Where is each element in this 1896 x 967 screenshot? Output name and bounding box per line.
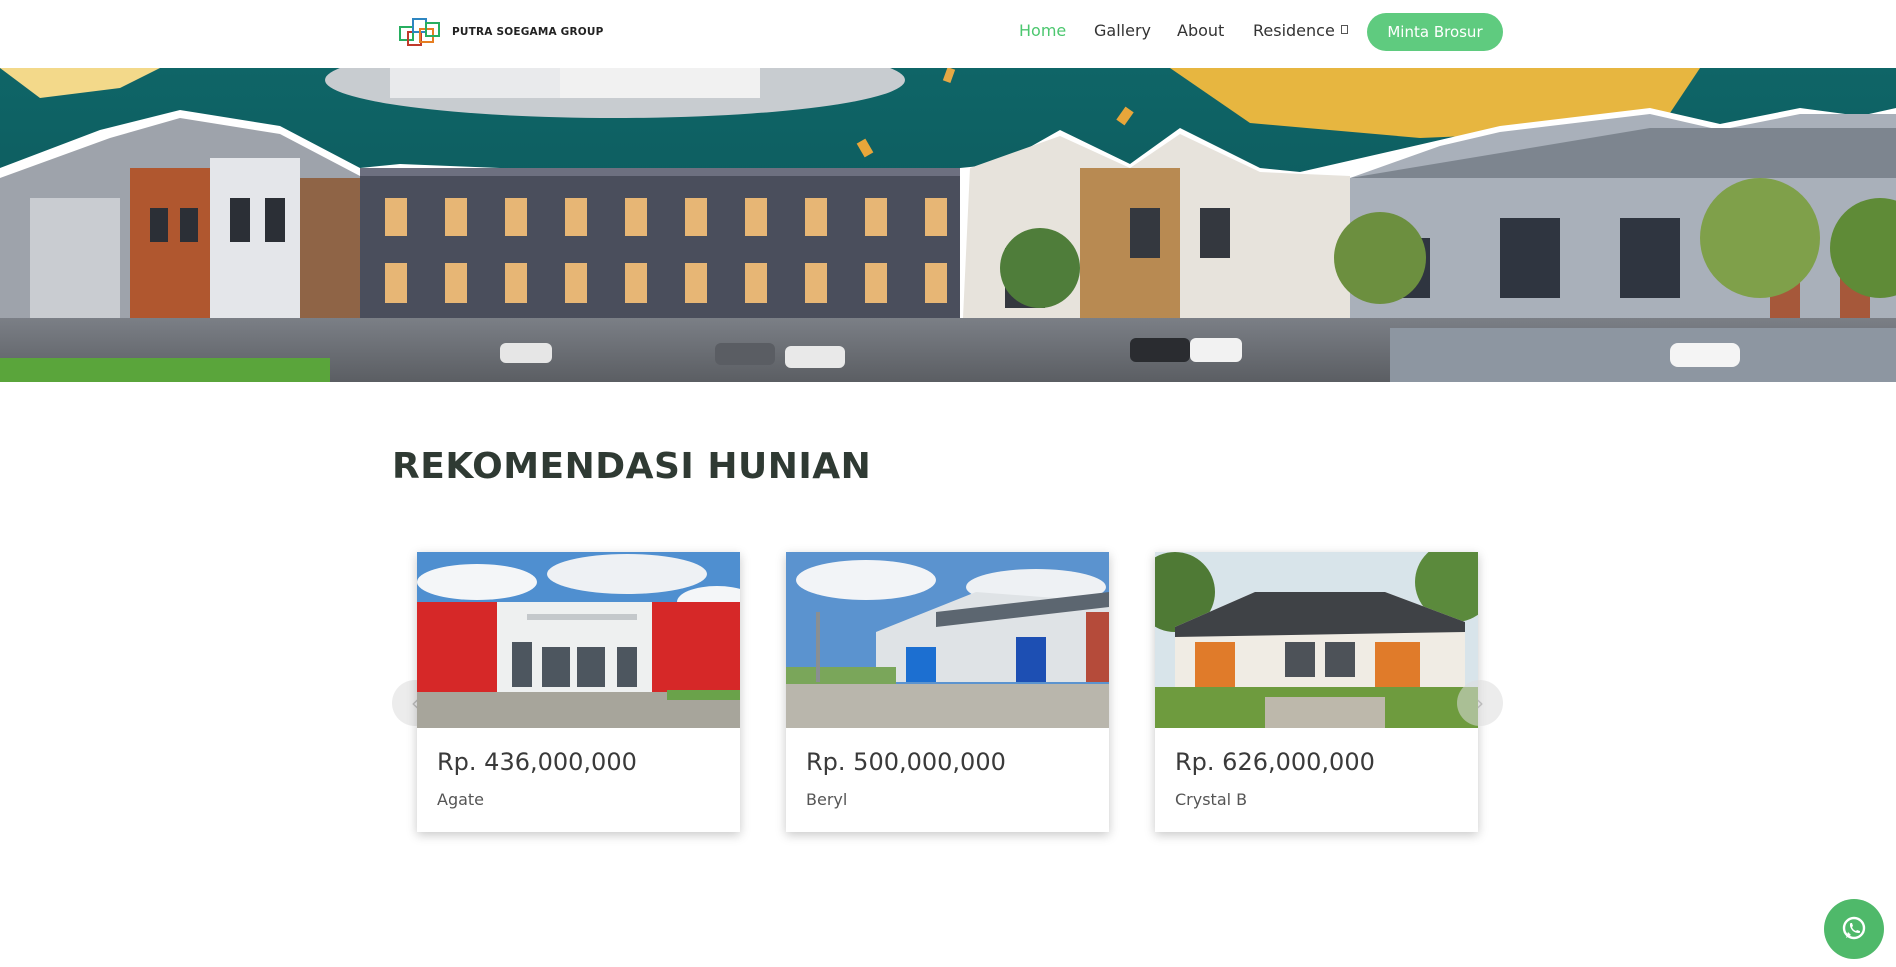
chevron-right-icon: › (1476, 691, 1484, 715)
property-name: Beryl (806, 790, 848, 809)
property-card[interactable]: Rp. 626,000,000 Crystal B (1155, 552, 1478, 832)
whatsapp-icon (1842, 916, 1866, 940)
property-price: Rp. 626,000,000 (1175, 748, 1375, 776)
property-card[interactable]: Rp. 500,000,000 Beryl (786, 552, 1109, 832)
nav-about[interactable]: About (1177, 21, 1224, 40)
property-image (1155, 552, 1478, 728)
request-brochure-button[interactable]: Minta Brosur (1367, 13, 1503, 51)
brand-name: PUTRA SOEGAMA GROUP (452, 26, 604, 38)
nav-home[interactable]: Home (1019, 21, 1066, 40)
hero-banner (0, 68, 1896, 382)
property-name: Agate (437, 790, 485, 809)
whatsapp-button[interactable] (1824, 899, 1884, 959)
nav-gallery[interactable]: Gallery (1094, 21, 1151, 40)
property-name: Crystal B (1175, 790, 1248, 809)
nav-residence-label: Residence (1253, 21, 1335, 40)
property-image (786, 552, 1109, 728)
property-price: Rp. 436,000,000 (437, 748, 637, 776)
brand-logo[interactable]: PUTRA SOEGAMA GROUP (398, 16, 604, 48)
nav-residence[interactable]: Residence (1253, 21, 1348, 40)
logo-icon (398, 17, 444, 47)
property-price: Rp. 500,000,000 (806, 748, 1006, 776)
property-card[interactable]: Rp. 436,000,000 Agate (417, 552, 740, 832)
section-title: REKOMENDASI HUNIAN (392, 446, 872, 487)
chevron-down-icon (1340, 25, 1348, 34)
hero-image (0, 68, 1896, 382)
navbar: PUTRA SOEGAMA GROUP Home Gallery About R… (0, 0, 1896, 68)
carousel-next-button[interactable]: › (1457, 680, 1503, 726)
property-image (417, 552, 740, 728)
